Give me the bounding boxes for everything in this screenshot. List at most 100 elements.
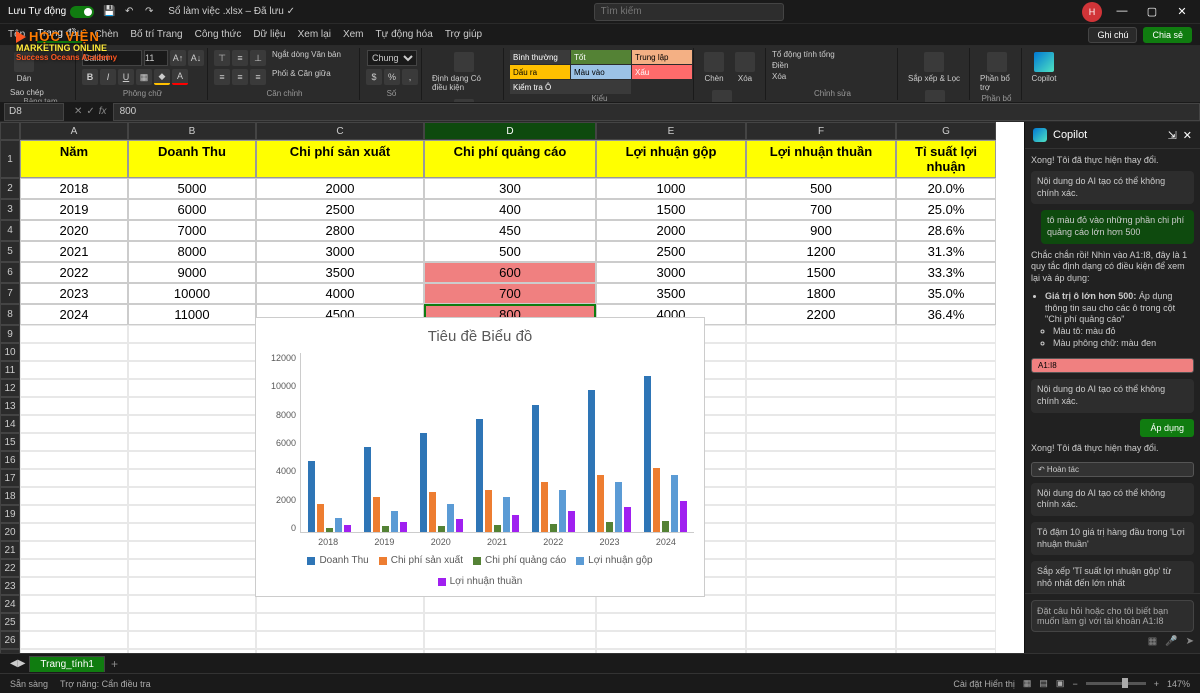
spreadsheet-grid[interactable]: ABCDEFG1NămDoanh ThuChi phí sản xuấtChi … [0, 122, 1024, 653]
tab-pagelayout[interactable]: Bố trí Trang [130, 27, 182, 42]
format-as-table-button[interactable]: Định dạng như Bảng [428, 97, 499, 102]
display-settings[interactable]: Cài đặt Hiển thị [953, 679, 1015, 689]
clear-button[interactable]: Xóa [772, 72, 786, 81]
find-select-button[interactable]: Tìm & Lựa chọn [904, 88, 965, 102]
percent-icon[interactable]: % [384, 69, 400, 85]
copilot-mic-icon[interactable]: 🎤 [1165, 636, 1177, 647]
row-header[interactable]: 21 [0, 541, 20, 559]
zoom-in-icon[interactable]: + [1154, 679, 1159, 689]
empty-cell[interactable] [746, 649, 896, 653]
row-header[interactable]: 8 [0, 304, 20, 325]
empty-cell[interactable] [746, 379, 896, 397]
copilot-input[interactable]: Đặt câu hỏi hoặc cho tôi biết bạn muốn l… [1031, 600, 1194, 632]
empty-cell[interactable] [896, 415, 996, 433]
data-cell[interactable]: 8000 [128, 241, 256, 262]
cell-style-good[interactable]: Tốt [571, 50, 631, 64]
autosum-button[interactable]: Tổ động tính tổng [772, 50, 835, 59]
copy-button[interactable]: Sao chép [10, 88, 44, 97]
cell-style-output[interactable]: Dấu ra [510, 65, 570, 79]
embedded-chart[interactable]: Tiêu đề Biểu đồ 120001000080006000400020… [255, 317, 705, 597]
tab-help[interactable]: Trợ giúp [445, 27, 482, 42]
data-cell[interactable]: 500 [424, 241, 596, 262]
data-cell[interactable]: 5000 [128, 178, 256, 199]
copilot-ribbon-button[interactable]: Copilot [1028, 50, 1060, 85]
column-header[interactable]: B [128, 122, 256, 140]
empty-cell[interactable] [20, 559, 128, 577]
tab-data[interactable]: Dữ liệu [253, 27, 285, 42]
cancel-formula-icon[interactable]: ✕ [74, 106, 82, 117]
fx-icon[interactable]: fx [99, 106, 107, 117]
row-header[interactable]: 1 [0, 140, 20, 178]
font-size-select[interactable] [144, 50, 168, 66]
close-icon[interactable]: ✕ [1172, 5, 1192, 18]
empty-cell[interactable] [128, 325, 256, 343]
name-box[interactable] [4, 103, 64, 121]
data-cell[interactable]: 33.3% [896, 262, 996, 283]
data-cell[interactable]: 36.4% [896, 304, 996, 325]
row-header[interactable]: 19 [0, 505, 20, 523]
sheet-tab-active[interactable]: Trang_tính1 [29, 656, 105, 672]
underline-icon[interactable]: U [118, 69, 134, 85]
decrease-font-icon[interactable]: A↓ [188, 50, 204, 66]
empty-cell[interactable] [20, 577, 128, 595]
sheet-nav-next-icon[interactable]: ▶ [18, 658, 26, 669]
empty-cell[interactable] [896, 595, 996, 613]
data-cell[interactable]: 2500 [596, 241, 746, 262]
empty-cell[interactable] [256, 649, 424, 653]
align-bottom-icon[interactable]: ⊥ [250, 50, 266, 66]
data-cell[interactable]: 20.0% [896, 178, 996, 199]
empty-cell[interactable] [896, 325, 996, 343]
autosave-toggle[interactable]: Lưu Tự động [8, 6, 94, 18]
row-header[interactable]: 24 [0, 595, 20, 613]
tab-formulas[interactable]: Công thức [195, 27, 242, 42]
view-normal-icon[interactable]: ▦ [1023, 678, 1032, 689]
align-right-icon[interactable]: ≡ [250, 69, 266, 85]
empty-cell[interactable] [256, 595, 424, 613]
data-cell[interactable]: 400 [424, 199, 596, 220]
data-cell[interactable]: 4000 [256, 283, 424, 304]
zoom-out-icon[interactable]: − [1072, 679, 1077, 689]
data-cell[interactable]: 2021 [20, 241, 128, 262]
empty-cell[interactable] [20, 415, 128, 433]
row-header[interactable]: 3 [0, 199, 20, 220]
empty-cell[interactable] [746, 577, 896, 595]
addins-button[interactable]: Phần bổ trợ [976, 50, 1017, 94]
empty-cell[interactable] [128, 595, 256, 613]
share-button[interactable]: Chia sẻ [1143, 27, 1192, 43]
empty-cell[interactable] [128, 487, 256, 505]
data-cell[interactable]: 2200 [746, 304, 896, 325]
copilot-attach-icon[interactable]: ▦ [1148, 636, 1157, 647]
empty-cell[interactable] [596, 613, 746, 631]
empty-cell[interactable] [896, 649, 996, 653]
copilot-suggestion[interactable]: Tô đậm 10 giá trị hàng đầu trong 'Lợi nh… [1031, 522, 1194, 555]
empty-cell[interactable] [424, 595, 596, 613]
fill-button[interactable]: Điền [772, 61, 788, 70]
row-header[interactable]: 4 [0, 220, 20, 241]
empty-cell[interactable] [20, 433, 128, 451]
column-header[interactable]: G [896, 122, 996, 140]
empty-cell[interactable] [128, 649, 256, 653]
data-cell[interactable]: 2018 [20, 178, 128, 199]
table-header-cell[interactable]: Lợi nhuận gộp [596, 140, 746, 178]
data-cell[interactable]: 3500 [596, 283, 746, 304]
data-cell[interactable]: 9000 [128, 262, 256, 283]
row-header[interactable]: 17 [0, 469, 20, 487]
format-cells-button[interactable]: Định dạng [700, 88, 744, 102]
data-cell[interactable]: 31.3% [896, 241, 996, 262]
data-cell[interactable]: 3500 [256, 262, 424, 283]
row-header[interactable]: 13 [0, 397, 20, 415]
empty-cell[interactable] [746, 397, 896, 415]
tab-automate[interactable]: Tự động hóa [376, 27, 433, 42]
empty-cell[interactable] [746, 523, 896, 541]
data-cell[interactable]: 2022 [20, 262, 128, 283]
save-icon[interactable]: 💾 [102, 5, 116, 19]
redo-icon[interactable]: ↷ [142, 5, 156, 19]
row-header[interactable]: 15 [0, 433, 20, 451]
data-cell[interactable]: 35.0% [896, 283, 996, 304]
align-top-icon[interactable]: ⊤ [214, 50, 230, 66]
italic-icon[interactable]: I [100, 69, 116, 85]
empty-cell[interactable] [746, 325, 896, 343]
copilot-apply-button[interactable]: Áp dụng [1140, 419, 1194, 437]
row-header[interactable]: 6 [0, 262, 20, 283]
data-cell[interactable]: 11000 [128, 304, 256, 325]
